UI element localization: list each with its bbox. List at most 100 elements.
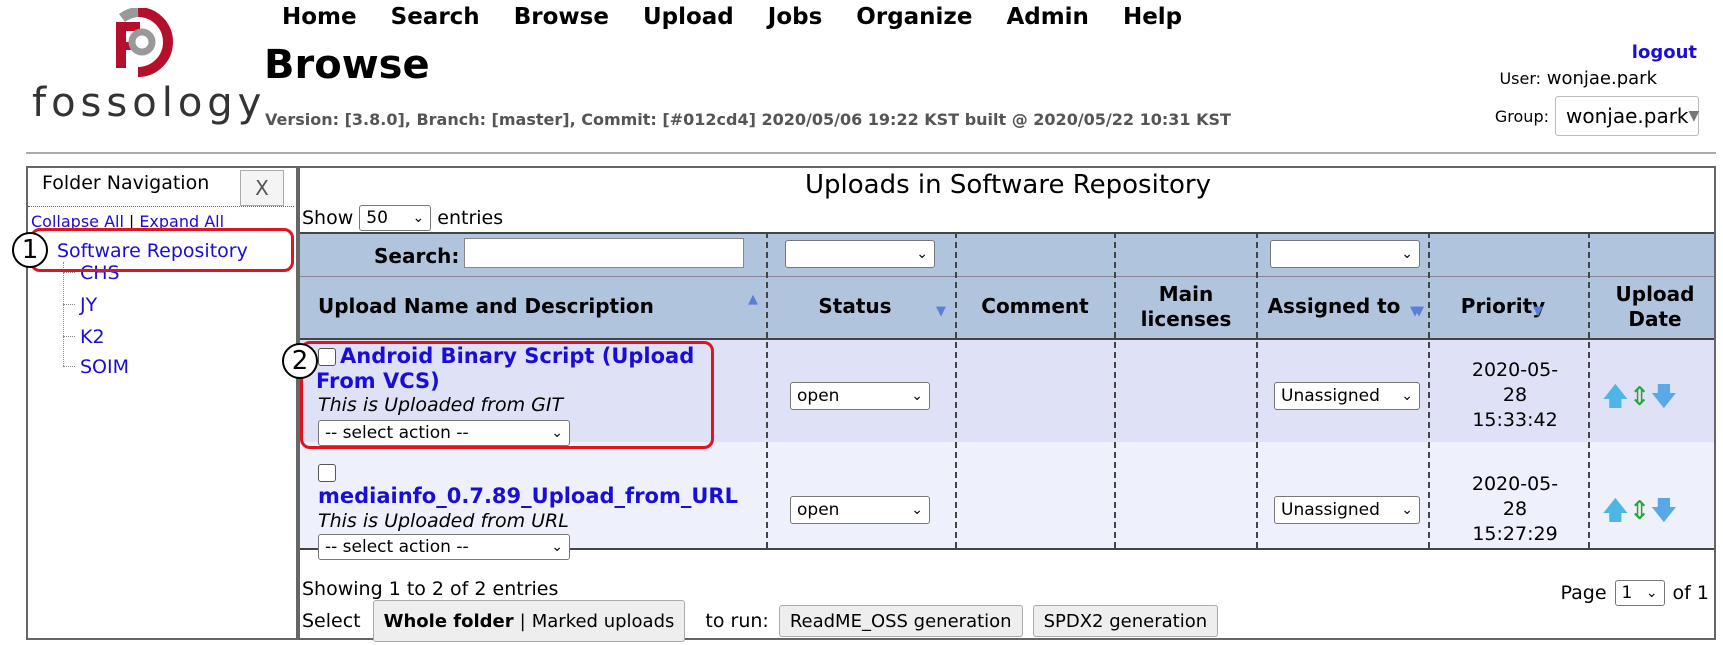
close-folder-nav-button[interactable]: X bbox=[240, 170, 284, 206]
annotation-marker-1: 1 bbox=[12, 232, 48, 268]
search-label: Search: bbox=[374, 244, 460, 268]
scope-separator: | bbox=[519, 610, 526, 632]
col-main-licenses-line2: licenses bbox=[1140, 307, 1232, 331]
chevron-down-icon: ⌄ bbox=[1645, 585, 1658, 601]
date-line: 28 bbox=[1502, 498, 1528, 520]
grid-line bbox=[300, 276, 1714, 277]
header-divider bbox=[26, 152, 1716, 154]
status-value: open bbox=[797, 500, 840, 520]
col-upload-date[interactable]: Upload Date bbox=[1592, 282, 1718, 332]
chevron-down-icon: ⌄ bbox=[911, 502, 923, 518]
annotation-box-1 bbox=[30, 228, 294, 272]
assignee-select[interactable]: Unassigned ⌄ bbox=[1274, 496, 1420, 524]
show-entries-control: Show 50 ⌄ entries bbox=[302, 205, 503, 231]
priority-controls: 🡅⇕🡇 bbox=[1602, 378, 1677, 422]
move-up-icon[interactable]: 🡅 bbox=[1602, 382, 1629, 412]
scope-toggle[interactable]: Whole folder | Marked uploads bbox=[372, 600, 686, 642]
upload-date-row2: 2020-05- 28 15:27:29 bbox=[1450, 472, 1580, 547]
tree-branch bbox=[63, 336, 75, 337]
status-select[interactable]: open ⌄ bbox=[790, 382, 930, 410]
nav-divider bbox=[28, 206, 294, 207]
tree-branch bbox=[63, 304, 75, 305]
move-drag-icon[interactable]: ⇕ bbox=[1629, 382, 1651, 412]
page-length-select[interactable]: 50 ⌄ bbox=[359, 205, 432, 231]
marked-uploads-option[interactable]: Marked uploads bbox=[532, 611, 675, 632]
sort-desc-icon[interactable]: ▼ bbox=[936, 304, 946, 319]
top-menu: Home Search Browse Upload Jobs Organize … bbox=[282, 4, 1208, 30]
sort-asc-icon[interactable]: ▲ bbox=[748, 292, 758, 307]
folder-soim[interactable]: SOIM bbox=[80, 356, 129, 378]
status-filter-select[interactable]: ⌄ bbox=[785, 240, 935, 268]
page-select[interactable]: 1 ⌄ bbox=[1614, 580, 1665, 606]
folder-jy[interactable]: JY bbox=[80, 294, 97, 316]
whole-folder-option[interactable]: Whole folder bbox=[384, 611, 514, 632]
chevron-down-icon: ⌄ bbox=[1401, 246, 1413, 262]
upload-description: This is Uploaded from URL bbox=[318, 510, 569, 532]
grid-line bbox=[300, 338, 1714, 340]
menu-upload[interactable]: Upload bbox=[643, 4, 734, 30]
dropdown-arrow-icon: ▼ bbox=[1688, 108, 1700, 124]
col-comment[interactable]: Comment bbox=[960, 294, 1110, 319]
menu-browse[interactable]: Browse bbox=[514, 4, 609, 30]
time-line: 15:27:29 bbox=[1472, 523, 1558, 545]
move-drag-icon[interactable]: ⇕ bbox=[1629, 496, 1651, 526]
col-priority[interactable]: Priority bbox=[1444, 294, 1562, 319]
tree-branch bbox=[63, 366, 75, 367]
logo-mark-icon bbox=[116, 8, 173, 77]
col-assigned-to[interactable]: Assigned to bbox=[1260, 294, 1408, 319]
group-select[interactable]: wonjae.park ▼ bbox=[1555, 96, 1699, 136]
grid-line bbox=[1588, 232, 1590, 548]
chevron-down-icon: ⌄ bbox=[412, 210, 425, 226]
sort-desc-icon[interactable]: ▼ bbox=[1533, 304, 1543, 319]
page-label: Page bbox=[1560, 582, 1607, 604]
readme-oss-button[interactable]: ReadME_OSS generation bbox=[778, 605, 1023, 637]
menu-jobs[interactable]: Jobs bbox=[768, 4, 823, 30]
user-name: wonjae.park bbox=[1546, 68, 1657, 89]
menu-admin[interactable]: Admin bbox=[1006, 4, 1089, 30]
logo-text: fossology bbox=[32, 80, 267, 126]
sort-desc-icon[interactable]: ▼ bbox=[1414, 304, 1424, 319]
row-select-checkbox[interactable] bbox=[318, 464, 336, 482]
move-down-icon[interactable]: 🡇 bbox=[1651, 496, 1678, 526]
user-info: User: wonjae.park bbox=[1499, 68, 1657, 89]
tree-connector bbox=[63, 262, 64, 366]
menu-organize[interactable]: Organize bbox=[856, 4, 972, 30]
search-input[interactable] bbox=[464, 238, 744, 268]
status-select[interactable]: open ⌄ bbox=[790, 496, 930, 524]
to-run-label: to run: bbox=[705, 610, 769, 632]
tree-branch bbox=[63, 272, 75, 273]
spdx2-button[interactable]: SPDX2 generation bbox=[1032, 605, 1219, 637]
user-label: User: bbox=[1499, 69, 1542, 88]
assignee-value: Unassigned bbox=[1281, 386, 1380, 406]
chevron-down-icon: ⌄ bbox=[911, 388, 923, 404]
page-length-value: 50 bbox=[366, 208, 388, 228]
folder-navigation-title: Folder Navigation bbox=[42, 172, 210, 194]
uploads-table-title: Uploads in Software Repository bbox=[804, 170, 1211, 200]
assignee-value: Unassigned bbox=[1281, 500, 1380, 520]
grid-line bbox=[955, 232, 957, 548]
date-line: 28 bbox=[1502, 384, 1528, 406]
menu-home[interactable]: Home bbox=[282, 4, 357, 30]
chevron-down-icon: ⌄ bbox=[551, 539, 563, 555]
select-label: Select bbox=[302, 610, 361, 632]
assignee-filter-select[interactable]: ⌄ bbox=[1270, 240, 1420, 268]
menu-search[interactable]: Search bbox=[391, 4, 480, 30]
date-line: 2020-05- bbox=[1471, 359, 1559, 381]
assignee-select[interactable]: Unassigned ⌄ bbox=[1274, 382, 1420, 410]
folder-k2[interactable]: K2 bbox=[80, 326, 105, 348]
upload-name-link[interactable]: mediainfo_0.7.89_Upload_from_URL bbox=[318, 484, 738, 509]
pagination: Page 1 ⌄ of 1 bbox=[1561, 580, 1709, 606]
row-action-select[interactable]: -- select action -- ⌄ bbox=[318, 534, 570, 560]
move-down-icon[interactable]: 🡇 bbox=[1651, 382, 1678, 412]
col-upload-name[interactable]: Upload Name and Description bbox=[318, 294, 654, 319]
col-main-licenses[interactable]: Main licenses bbox=[1118, 282, 1254, 332]
entries-label: entries bbox=[437, 207, 504, 229]
move-up-icon[interactable]: 🡅 bbox=[1602, 496, 1629, 526]
upload-date-row1: 2020-05- 28 15:33:42 bbox=[1450, 358, 1580, 433]
col-status[interactable]: Status bbox=[790, 294, 920, 319]
menu-help[interactable]: Help bbox=[1123, 4, 1182, 30]
logout-link[interactable]: logout bbox=[1632, 42, 1697, 63]
bulk-actions: Select Whole folder | Marked uploads to … bbox=[302, 600, 1219, 642]
chevron-down-icon: ⌄ bbox=[1401, 388, 1413, 404]
grid-line bbox=[766, 232, 768, 548]
